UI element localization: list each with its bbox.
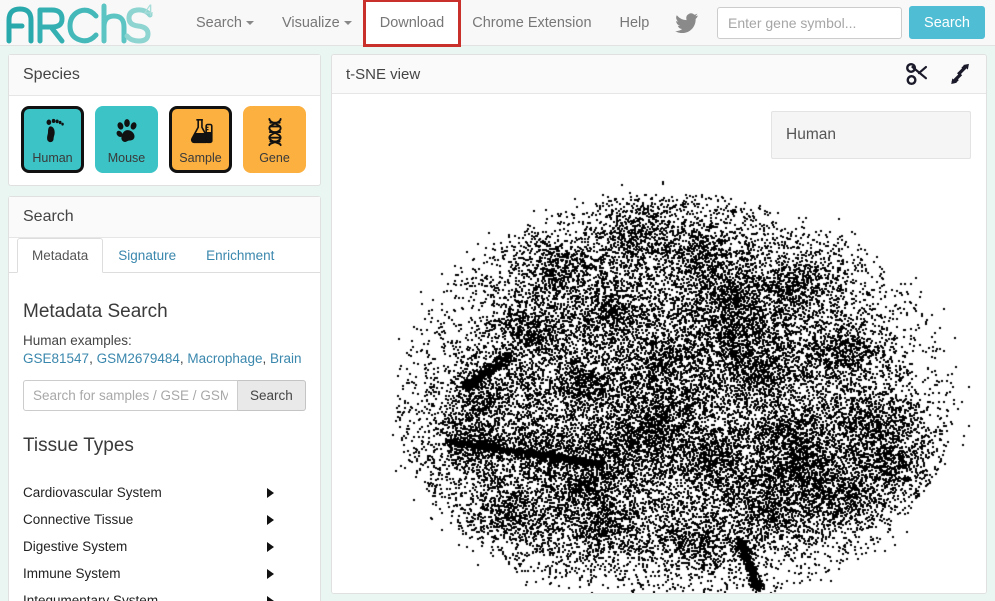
nav-link-visualize-label: Visualize [281,14,340,31]
examples-label: Human examples: [23,333,132,348]
species-button-sample-label: Sample [179,151,222,165]
species-button-mouse-label: Mouse [107,151,146,165]
example-link-brain[interactable]: Brain [270,351,302,366]
nav-link-search-label: Search [196,14,242,31]
sidebar: Species Human Mouse Sample Gene Search M… [8,54,321,601]
search-tabs: Metadata Signature Enrichment [9,238,320,273]
top-navbar: 4 Search Visualize Download Chrome Exten… [0,0,995,47]
nav-link-chrome-extension[interactable]: Chrome Extension [458,1,605,45]
nav-link-download-label: Download [379,14,445,31]
tissue-item-digestive-system[interactable]: Digestive System [9,533,320,560]
gene-search-input[interactable] [717,6,903,39]
chevron-down-icon [245,20,254,25]
chevron-right-icon [267,487,274,498]
species-panel-title: Species [9,55,320,96]
example-link-gsm2679484[interactable]: GSM2679484 [97,351,180,366]
example-link-macrophage[interactable]: Macrophage [187,351,262,366]
brand-logo[interactable]: 4 [4,1,164,45]
nav-link-chrome-extension-label: Chrome Extension [472,14,592,31]
nav-links: Search Visualize Download Chrome Extensi… [182,0,717,47]
navbar-gene-search: Search [717,6,985,39]
metadata-search-button[interactable]: Search [238,380,306,411]
dna-helix-icon [260,115,290,149]
search-panel: Search Metadata Signature Enrichment Met… [8,196,321,601]
twitter-bird-icon[interactable] [663,3,711,43]
tsne-scatter-canvas[interactable] [332,94,986,593]
tissue-item-label: Cardiovascular System [23,485,162,500]
twitter-bird-glyph [675,12,699,33]
nav-link-help[interactable]: Help [606,1,664,45]
tsne-panel: t-SNE view Human [331,54,987,594]
metadata-search-input[interactable] [23,380,238,411]
tissue-item-label: Integumentary System [23,593,159,601]
tsne-view-title: t-SNE view [346,65,421,83]
species-button-group: Human Mouse Sample Gene [9,96,320,185]
chevron-right-icon [267,514,274,525]
nav-link-visualize[interactable]: Visualize [268,1,366,45]
tissue-types-title: Tissue Types [23,435,134,456]
footprint-icon [38,115,68,149]
species-panel: Species Human Mouse Sample Gene [8,54,321,186]
scissors-icon[interactable] [905,61,932,87]
chevron-down-icon [343,20,352,25]
nav-link-download[interactable]: Download [362,0,462,47]
metadata-search-title: Metadata Search [23,301,168,322]
tab-signature[interactable]: Signature [103,238,191,273]
tissue-item-integumentary-system[interactable]: Integumentary System [9,587,320,601]
flask-icon [186,115,216,149]
species-button-mouse[interactable]: Mouse [95,106,158,173]
compress-arrows-icon[interactable] [948,62,972,86]
species-button-human[interactable]: Human [21,106,84,173]
species-button-gene-label: Gene [259,151,290,165]
nav-link-search[interactable]: Search [182,1,268,45]
species-button-human-label: Human [32,151,73,165]
archs4-logo-icon: 4 [6,2,153,43]
example-link-gse81547[interactable]: GSE81547 [23,351,89,366]
tsne-panel-header: t-SNE view [332,55,986,94]
tsne-legend-label: Human [786,126,836,143]
tissue-types-list: Cardiovascular System Connective Tissue … [9,479,320,601]
metadata-search-row: Search [23,380,306,411]
tissue-item-immune-system[interactable]: Immune System [9,560,320,587]
chevron-right-icon [267,568,274,579]
tissue-item-label: Immune System [23,566,121,581]
tab-enrichment[interactable]: Enrichment [191,238,289,273]
page-body: Species Human Mouse Sample Gene Search M… [0,46,995,601]
tsne-panel-tools [905,61,972,87]
chevron-right-icon [267,541,274,552]
tsne-plot-area[interactable]: Human [332,94,986,593]
nav-link-help-label: Help [619,14,650,31]
tsne-legend-box: Human [771,111,971,159]
search-panel-title: Search [9,197,320,238]
tab-metadata[interactable]: Metadata [17,238,104,273]
gene-search-button[interactable]: Search [909,6,985,39]
paw-print-icon [112,115,142,149]
examples-links: GSE81547, GSM2679484, Macrophage, Brain [23,351,302,366]
species-button-sample[interactable]: Sample [169,106,232,173]
logo-superscript: 4 [144,2,153,20]
search-panel-body: Metadata Search Human examples: GSE81547… [9,275,320,479]
tissue-item-label: Digestive System [23,539,128,554]
species-button-gene[interactable]: Gene [243,106,306,173]
chevron-right-icon [267,595,274,601]
tissue-item-connective-tissue[interactable]: Connective Tissue [9,506,320,533]
tissue-item-cardiovascular-system[interactable]: Cardiovascular System [9,479,320,506]
tissue-item-label: Connective Tissue [23,512,134,527]
